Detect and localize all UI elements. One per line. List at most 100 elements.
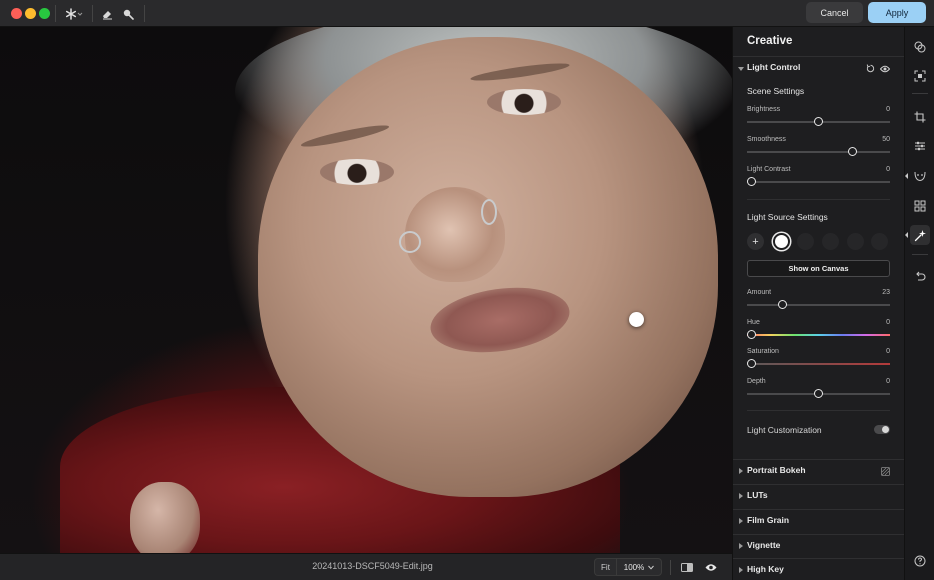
chevron-right-icon [739,543,743,549]
toolbar-divider [144,5,145,22]
slider-knob[interactable] [777,300,787,309]
tool-rail [904,27,934,580]
saturation-label: Saturation [747,348,779,355]
photo-canvas[interactable] [0,27,732,553]
light-source-slot[interactable] [797,233,814,250]
crop-tool-button[interactable] [913,110,927,124]
compare-view-button[interactable] [680,560,694,574]
add-light-source-button[interactable]: + [747,233,764,250]
section-header-film-grain[interactable]: Film Grain [733,510,905,534]
zoom-value: 100% [623,562,645,572]
section-label: Film Grain [747,515,790,525]
canvas-bottom-bar: 20241013-DSCF5049-Edit.jpg Fit 100% [0,553,732,580]
light-source-slot[interactable] [871,233,888,250]
hue-label: Hue [747,319,760,326]
slider-knob[interactable] [747,359,756,368]
light-source-handle[interactable] [629,312,644,327]
title-bar: Cancel Apply [0,0,934,27]
layers-icon [914,41,926,53]
chevron-right-icon [739,493,743,499]
slider-knob[interactable] [747,177,756,186]
brush-tool-button[interactable] [121,4,135,23]
depth-label: Depth [747,378,766,385]
apply-button[interactable]: Apply [868,2,926,23]
history-tool-button[interactable] [913,269,927,283]
creative-tool-button[interactable] [910,225,930,245]
reset-button[interactable] [865,63,876,74]
show-on-canvas-button[interactable]: Show on Canvas [747,260,890,277]
light-source-slot[interactable] [847,233,864,250]
subsection-divider [747,410,890,411]
layers-tool-button[interactable] [913,40,927,54]
hue-slider[interactable] [747,330,890,339]
amount-slider[interactable] [747,300,890,309]
fit-button[interactable]: Fit [594,558,616,576]
light-contrast-slider[interactable] [747,177,890,186]
layout-tool-button[interactable] [913,199,927,213]
saturation-slider[interactable] [747,359,890,368]
chevron-right-icon [739,567,743,573]
magic-wand-icon [65,7,83,20]
depth-slider[interactable] [747,389,890,398]
chevron-right-icon [739,468,743,474]
smoothness-slider[interactable] [747,147,890,156]
photo-eye [320,159,394,185]
rail-indicator [905,232,908,238]
visibility-toggle-button[interactable] [879,63,890,74]
section-label: LUTs [747,490,768,500]
preview-toggle-button[interactable] [704,560,718,574]
section-header-light-control[interactable]: Light Control [733,57,905,81]
close-window-button[interactable] [11,8,22,19]
panel-title: Creative [747,35,793,47]
reset-icon [866,64,875,73]
chevron-right-icon [739,518,743,524]
zoom-window-button[interactable] [39,8,50,19]
selection-tool-button[interactable] [913,69,927,83]
slider-knob[interactable] [747,330,756,339]
eraser-tool-button[interactable] [100,4,114,23]
eye-icon [705,563,717,571]
section-header-high-key[interactable]: High Key [733,559,905,580]
light-source-settings-heading: Light Source Settings [747,212,828,222]
section-header-portrait-bokeh[interactable]: Portrait Bokeh [733,460,905,484]
grid-icon [914,200,926,212]
amount-label: Amount [747,289,772,296]
light-source-slot-active[interactable] [773,233,790,250]
brightness-slider[interactable] [747,117,890,126]
adjust-tool-button[interactable] [913,139,927,153]
light-source-slot[interactable] [822,233,839,250]
light-customization-label: Light Customization [747,425,822,435]
slider-knob[interactable] [847,147,857,156]
eye-icon [879,65,890,72]
cancel-button[interactable]: Cancel [806,2,863,23]
help-icon [914,555,926,567]
bottom-bar-divider [670,560,671,575]
section-label: Vignette [747,540,781,550]
rail-divider [912,254,928,255]
section-header-luts[interactable]: LUTs [733,485,905,509]
section-header-vignette[interactable]: Vignette [733,535,905,559]
eraser-icon [103,10,112,19]
light-customization-toggle[interactable] [874,425,890,434]
section-label: Portrait Bokeh [747,465,806,475]
photo-nose-ring [481,199,497,225]
zoom-dropdown[interactable]: 100% [616,558,662,576]
portrait-tool-button[interactable] [913,169,927,183]
slider-knob[interactable] [814,117,823,126]
creative-panel: Creative Light Control Scene Settings Br… [732,27,905,580]
sliders-icon [915,141,925,151]
chevron-down-icon [648,565,655,570]
help-button[interactable] [913,554,927,568]
crop-icon [914,111,926,123]
toolbar-divider [92,5,93,22]
rail-indicator [905,173,908,179]
face-icon [914,171,926,182]
section-label: Light Control [747,62,801,72]
photo-eye [487,89,561,115]
amount-value: 23 [882,289,890,296]
minimize-window-button[interactable] [25,8,36,19]
slider-knob[interactable] [814,389,823,398]
undo-icon [916,271,926,281]
magic-wand-tool-button[interactable] [63,4,85,23]
brightness-label: Brightness [747,106,781,113]
